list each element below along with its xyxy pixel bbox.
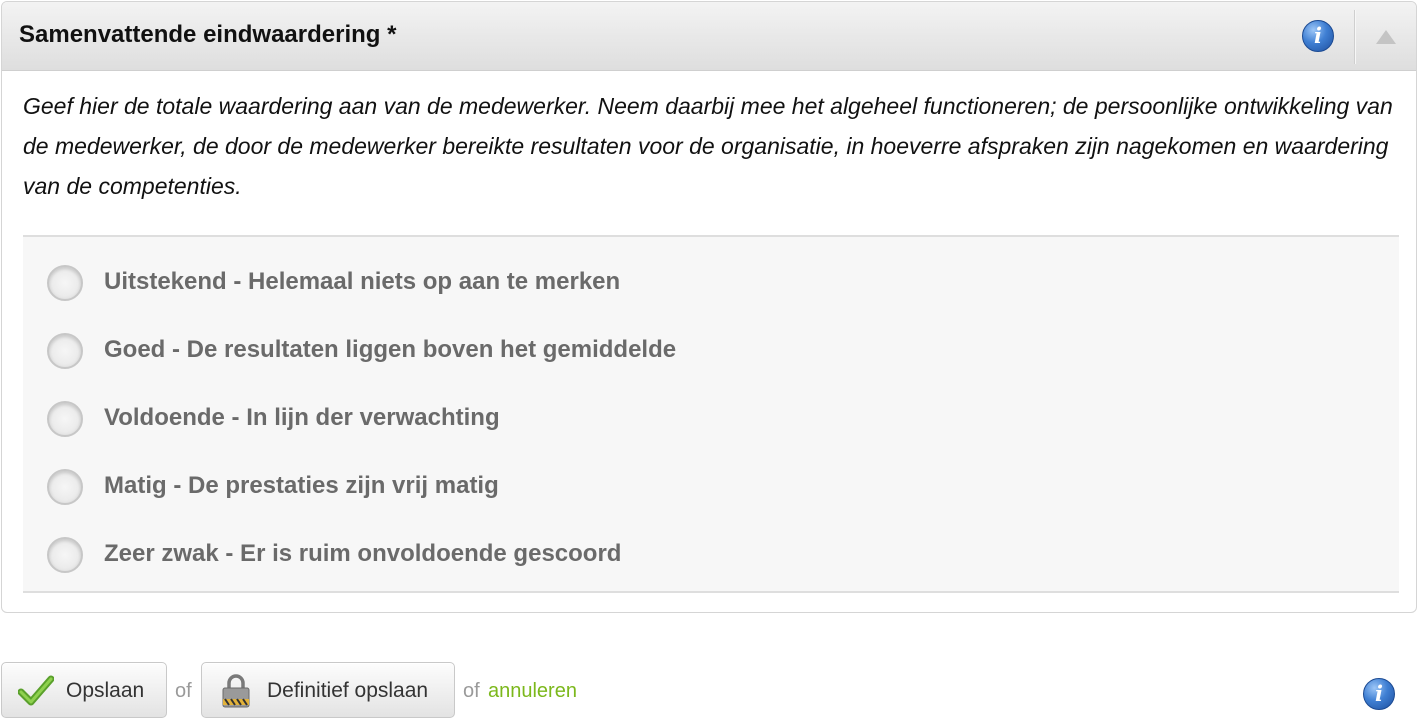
panel-title: Samenvattende eindwaardering * — [19, 21, 397, 48]
final-save-label: Definitief opslaan — [267, 679, 429, 702]
rating-option-zeer-zwak[interactable]: Zeer zwak - Er is ruim onvoldoende gesco… — [47, 537, 947, 577]
radio-button[interactable] — [47, 333, 83, 369]
info-icon[interactable]: i — [1363, 678, 1395, 710]
rating-option-uitstekend[interactable]: Uitstekend - Helemaal niets op aan te me… — [47, 265, 947, 305]
padlock-icon — [222, 674, 250, 708]
radio-button[interactable] — [47, 265, 83, 301]
save-label: Opslaan — [66, 679, 145, 702]
separator-text: of — [175, 680, 192, 702]
panel-description: Geef hier de totale waardering aan van d… — [23, 93, 1393, 199]
header-divider — [1354, 10, 1355, 64]
radio-button[interactable] — [47, 469, 83, 505]
info-icon[interactable]: i — [1302, 20, 1334, 52]
rating-option-voldoende[interactable]: Voldoende - In lijn der verwachting — [47, 401, 947, 441]
final-save-button[interactable]: Definitief opslaan — [201, 662, 455, 718]
rating-option-matig[interactable]: Matig - De prestaties zijn vrij matig — [47, 469, 947, 509]
option-label: Goed - De resultaten liggen boven het ge… — [104, 336, 677, 363]
save-button[interactable]: Opslaan — [1, 662, 167, 718]
option-label: Voldoende - In lijn der verwachting — [104, 404, 500, 431]
rating-options: Uitstekend - Helemaal niets op aan te me… — [23, 235, 1399, 593]
radio-button[interactable] — [47, 537, 83, 573]
checkmark-icon — [18, 675, 54, 706]
separator-text: of — [463, 680, 480, 702]
option-label: Uitstekend - Helemaal niets op aan te me… — [104, 268, 621, 295]
collapse-triangle-icon[interactable] — [1376, 30, 1396, 44]
option-label: Zeer zwak - Er is ruim onvoldoende gesco… — [104, 540, 622, 567]
option-label: Matig - De prestaties zijn vrij matig — [104, 472, 499, 499]
radio-button[interactable] — [47, 401, 83, 437]
cancel-link[interactable]: annuleren — [488, 680, 577, 703]
panel-header: Samenvattende eindwaardering * i — [2, 2, 1416, 71]
evaluation-panel: Samenvattende eindwaardering * i Geef hi… — [1, 1, 1417, 613]
rating-option-goed[interactable]: Goed - De resultaten liggen boven het ge… — [47, 333, 947, 373]
